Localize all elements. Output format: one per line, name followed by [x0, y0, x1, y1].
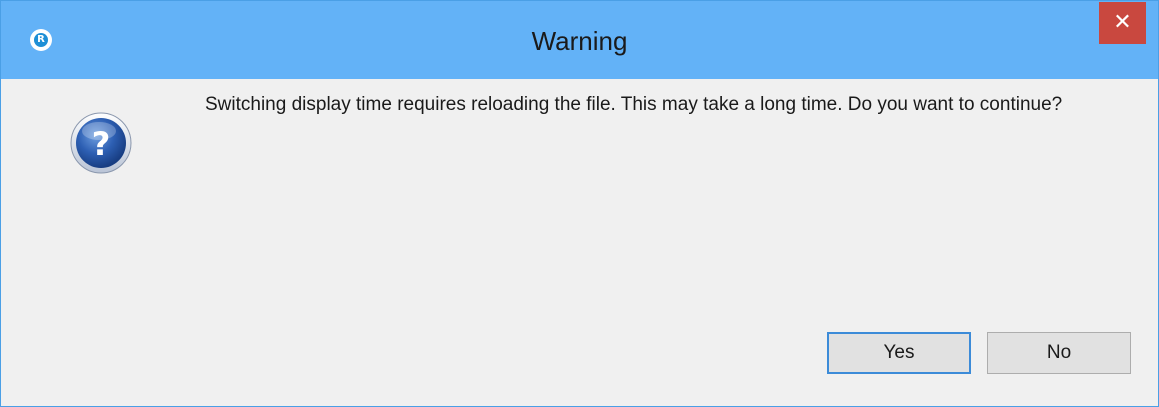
- dialog-body: ? Switching display time requires reload…: [1, 79, 1158, 406]
- dialog-message: Switching display time requires reloadin…: [205, 94, 1063, 115]
- warning-dialog-window: R Warning ✕ ? Switching display time req…: [0, 0, 1159, 407]
- title-bar[interactable]: R Warning ✕: [1, 1, 1158, 79]
- yes-button[interactable]: Yes: [827, 332, 971, 374]
- no-button[interactable]: No: [987, 332, 1131, 374]
- close-button[interactable]: ✕: [1099, 2, 1146, 44]
- question-icon: ?: [70, 112, 132, 174]
- window-title: Warning: [531, 26, 628, 56]
- close-icon: ✕: [1113, 10, 1132, 35]
- svg-text:?: ?: [92, 125, 111, 163]
